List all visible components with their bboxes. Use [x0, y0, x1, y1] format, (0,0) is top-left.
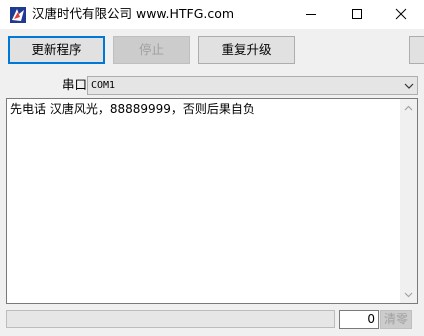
port-select-value: COM1 — [91, 80, 116, 91]
window-title: 汉唐时代有限公司 www.HTFG.com — [32, 6, 235, 21]
update-program-button[interactable]: 更新程序 — [8, 36, 105, 64]
repeat-upgrade-button[interactable]: 重复升级 — [198, 36, 295, 64]
close-button[interactable] — [378, 0, 424, 29]
port-select[interactable]: COM1 — [87, 76, 418, 95]
maximize-icon — [352, 9, 362, 19]
clear-button[interactable]: 清零 — [380, 310, 412, 329]
app-icon — [9, 6, 27, 24]
minimize-button[interactable] — [288, 0, 334, 29]
log-textarea[interactable]: 先电话 汉唐风光，88889999，否则后果自负 — [6, 98, 418, 304]
minimize-icon — [306, 14, 316, 15]
scroll-down-icon[interactable] — [404, 292, 413, 298]
vertical-scrollbar[interactable] — [400, 99, 417, 303]
scroll-up-icon[interactable] — [404, 105, 413, 111]
chevron-down-icon — [404, 83, 414, 89]
overflow-button[interactable] — [409, 36, 424, 64]
title-bar: 汉唐时代有限公司 www.HTFG.com — [0, 0, 424, 29]
stop-button[interactable]: 停止 — [113, 36, 190, 64]
maximize-button[interactable] — [334, 0, 380, 29]
port-label: 串口 — [62, 77, 88, 92]
log-text: 先电话 汉唐风光，88889999，否则后果自负 — [10, 102, 255, 116]
count-field: 0 — [339, 310, 379, 329]
progress-bar — [6, 310, 335, 328]
close-icon — [395, 8, 407, 20]
